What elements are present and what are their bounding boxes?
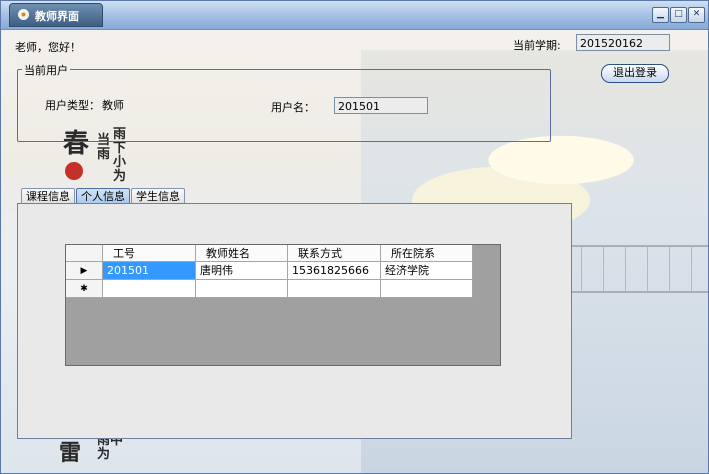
calligraphy-char: 雨 (97, 147, 111, 162)
logout-button[interactable]: 退出登录 (601, 64, 669, 83)
user-type-label: 用户类型： (45, 99, 100, 112)
new-row-cell-name[interactable] (196, 280, 288, 298)
new-row-cell-department[interactable] (381, 280, 473, 298)
column-header-id[interactable]: 工号 (103, 245, 196, 262)
calligraphy-char: 雷 (59, 440, 82, 466)
title-tab: 教师界面 (9, 3, 103, 27)
calligraphy-char: 为 (113, 169, 127, 184)
username-label: 用户名： (271, 101, 315, 114)
table-cell-department[interactable]: 经济学院 (381, 262, 473, 280)
minimize-button[interactable]: ▁ (652, 7, 669, 23)
table-cell-name[interactable]: 唐明伟 (196, 262, 288, 280)
window-title: 教师界面 (35, 10, 79, 23)
calligraphy-char: 为 (97, 447, 111, 462)
background-calligraphy-bottom-big: 雷 (59, 442, 81, 464)
greeting-label: 老师，您好！ (15, 41, 81, 54)
new-row-cell-id[interactable] (103, 280, 196, 298)
semester-label: 当前学期: (513, 39, 561, 52)
maximize-button[interactable]: □ (670, 7, 687, 23)
teacher-data-grid[interactable]: 工号 教师姓名 联系方式 所在院系 ▶ 201501 唐明伟 153618256… (65, 244, 501, 366)
new-row-cell-contact[interactable] (288, 280, 381, 298)
table-cell-id[interactable]: 201501 (103, 262, 196, 280)
table-cell-contact[interactable]: 15361825666 (288, 262, 381, 280)
minimize-icon: ▁ (657, 9, 664, 19)
user-type-value: 教师 (102, 99, 124, 112)
row-header-new[interactable]: ✱ (66, 280, 103, 298)
current-row-icon: ▶ (80, 266, 88, 276)
title-bar[interactable]: 教师界面 ▁ □ ✕ (1, 1, 708, 30)
teacher-window: 教师界面 ▁ □ ✕ 当 雨 雨 下 小 为 春 雨中 为 雷 老师，您好！ 当… (0, 0, 709, 474)
calligraphy-char: 小 (113, 155, 127, 170)
background-railing (571, 245, 708, 293)
client-area: 当 雨 雨 下 小 为 春 雨中 为 雷 老师，您好！ 当前学期: 201520… (1, 30, 708, 473)
new-row-icon: ✱ (80, 284, 88, 294)
tab-student-info[interactable]: 学生信息 (131, 188, 185, 204)
personal-info-panel: 工号 教师姓名 联系方式 所在院系 ▶ 201501 唐明伟 153618256… (17, 203, 572, 439)
grid-corner-cell (66, 245, 103, 262)
row-header-current[interactable]: ▶ (66, 262, 103, 280)
close-icon: ✕ (692, 9, 701, 19)
current-user-group-title: 当前用户 (22, 62, 70, 78)
seal-icon (65, 162, 83, 180)
column-header-department[interactable]: 所在院系 (381, 245, 473, 262)
tab-personal-info[interactable]: 个人信息 (76, 188, 130, 204)
close-button[interactable]: ✕ (688, 7, 705, 23)
calligraphy-char: 下 (113, 141, 127, 156)
semester-field[interactable]: 201520162 (576, 34, 670, 51)
flower-icon (18, 9, 29, 20)
tab-course-info[interactable]: 课程信息 (21, 188, 75, 204)
username-field[interactable]: 201501 (334, 97, 428, 114)
column-header-name[interactable]: 教师姓名 (196, 245, 288, 262)
maximize-icon: □ (674, 9, 683, 19)
column-header-contact[interactable]: 联系方式 (288, 245, 381, 262)
